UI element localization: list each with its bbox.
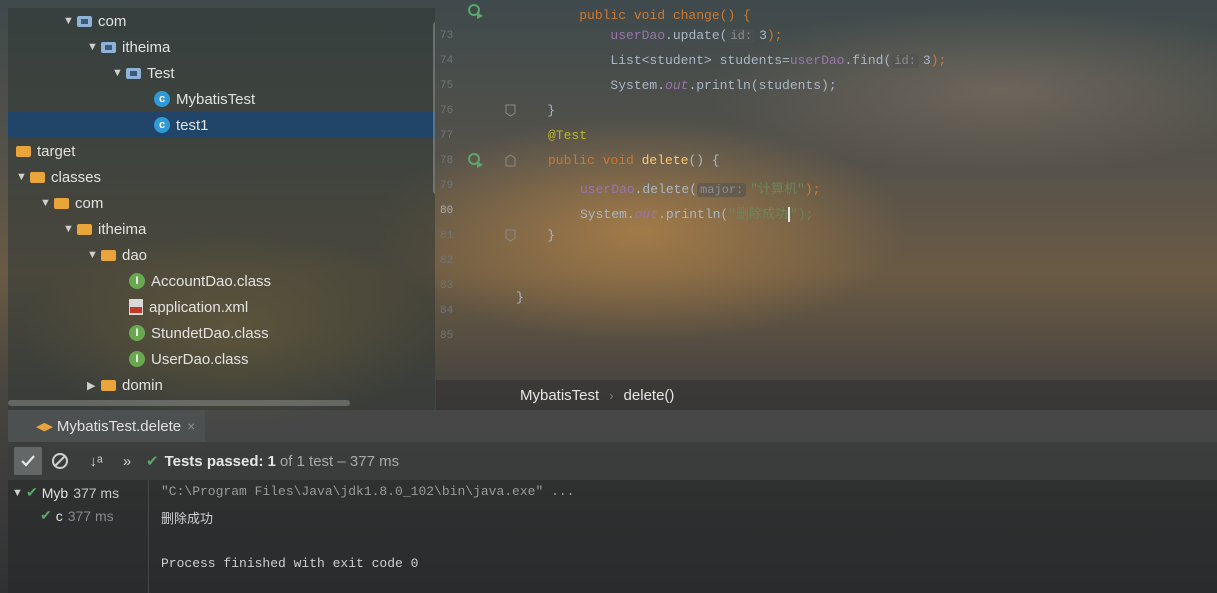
show-passed-button[interactable] <box>14 447 42 475</box>
code-line-78: public void delete() { <box>548 153 720 168</box>
tree-item-target[interactable]: target <box>8 138 435 164</box>
pass-check-icon: ✔ <box>146 453 159 470</box>
show-ignored-button[interactable] <box>48 447 72 475</box>
console-command-line: "C:\Program Files\Java\jdk1.8.0_102\bin\… <box>161 484 575 499</box>
interface-class-icon: I <box>129 325 145 341</box>
line-number: 82 <box>440 255 454 267</box>
line-number: 76 <box>440 105 454 117</box>
line-number: 74 <box>440 55 454 67</box>
line-number: 80 <box>440 205 454 217</box>
run-output-panel: ▼ ✔ Myb 377 ms ✔ c 377 ms "C:\Program Fi… <box>8 480 1217 593</box>
tree-scrollbar[interactable] <box>433 22 435 194</box>
run-config-icon: ◀▶ <box>36 420 53 433</box>
fold-marker-icon[interactable] <box>504 104 517 117</box>
more-actions-button[interactable]: » <box>118 447 136 475</box>
pass-check-icon: ✔ <box>40 507 52 523</box>
tree-item-itheima[interactable]: ▼ itheima <box>8 34 435 60</box>
close-icon[interactable]: × <box>187 418 195 434</box>
java-class-icon: c <box>154 117 170 133</box>
line-number: 83 <box>440 280 454 292</box>
code-line-81: } <box>516 228 556 243</box>
line-number: 79 <box>440 180 454 192</box>
expand-arrow-icon[interactable]: ▼ <box>63 223 77 235</box>
folder-icon <box>30 171 45 183</box>
run-test-icon[interactable] <box>468 4 484 20</box>
run-tab[interactable]: ◀▶ MybatisTest.delete × <box>8 410 206 442</box>
breadcrumb-separator-icon: › <box>609 387 614 403</box>
tree-item-mybatistest[interactable]: c MybatisTest <box>8 86 435 112</box>
sort-button[interactable]: ↓ᵃ <box>84 447 108 475</box>
test-tree-item[interactable]: ✔ c 377 ms <box>32 507 114 524</box>
code-line-76: } <box>516 103 556 118</box>
expand-arrow-icon[interactable]: ▼ <box>112 67 126 79</box>
line-number: 84 <box>440 305 454 317</box>
run-test-icon[interactable] <box>468 153 484 169</box>
run-tab-bar: ◀▶ MybatisTest.delete × <box>8 410 1217 442</box>
expand-arrow-icon[interactable]: ▼ <box>87 41 101 53</box>
code-line-79: userDao.delete(major: "计算机"); <box>580 182 821 197</box>
project-tree[interactable]: ▼ com ▼ itheima ▼ Test c MybatisTest c t… <box>8 8 435 410</box>
line-number: 77 <box>440 130 454 142</box>
interface-class-icon: I <box>129 351 145 367</box>
tree-horizontal-scrollbar[interactable] <box>8 400 350 406</box>
test-status: ✔ Tests passed: 1 of 1 test – 377 ms <box>146 452 400 471</box>
code-editor[interactable]: public void change() { 73 userDao.update… <box>436 0 1217 380</box>
breadcrumb-method[interactable]: delete() <box>624 387 675 404</box>
code-line-84: } <box>516 290 524 305</box>
breadcrumb: MybatisTest › delete() <box>436 380 1217 410</box>
folder-icon <box>16 145 31 157</box>
expand-arrow-icon[interactable]: ▼ <box>87 249 101 261</box>
run-toolbar: ↓ᵃ » ✔ Tests passed: 1 of 1 test – 377 m… <box>8 442 1217 480</box>
tree-item-test[interactable]: ▼ Test <box>8 60 435 86</box>
folder-icon <box>101 249 116 261</box>
collapse-arrow-icon[interactable]: ▶ <box>87 379 101 392</box>
folder-icon <box>126 67 141 79</box>
sort-icon: ↓ᵃ <box>89 452 103 470</box>
tree-item-classes[interactable]: ▼ classes <box>8 164 435 190</box>
tree-item-application-xml[interactable]: application.xml <box>8 294 435 320</box>
tree-item-domin[interactable]: ▶ domin <box>8 372 435 398</box>
ignore-icon <box>52 453 68 469</box>
expand-arrow-icon[interactable]: ▼ <box>12 487 26 499</box>
tree-item-dao[interactable]: ▼ dao <box>8 242 435 268</box>
tree-item-com-classes[interactable]: ▼ com <box>8 190 435 216</box>
xml-file-icon <box>129 299 143 315</box>
folder-icon <box>54 197 69 209</box>
line-number: 73 <box>440 30 454 42</box>
pass-check-icon: ✔ <box>26 484 38 500</box>
double-chevron-icon: » <box>122 452 132 470</box>
test-tree-root[interactable]: ▼ ✔ Myb 377 ms <box>12 484 119 501</box>
fold-marker-icon[interactable] <box>504 229 517 242</box>
java-class-icon: c <box>154 91 170 107</box>
folder-icon <box>77 15 92 27</box>
expand-arrow-icon[interactable]: ▼ <box>63 15 77 27</box>
expand-arrow-icon[interactable]: ▼ <box>16 171 30 183</box>
line-number: 85 <box>440 330 454 342</box>
fold-marker-icon[interactable] <box>504 154 517 167</box>
tree-item-com[interactable]: ▼ com <box>8 8 435 34</box>
tree-item-test1[interactable]: c test1 <box>8 112 435 138</box>
expand-arrow-icon[interactable]: ▼ <box>40 197 54 209</box>
tree-item-accountdao[interactable]: I AccountDao.class <box>8 268 435 294</box>
folder-icon <box>101 379 116 391</box>
code-line-80: System.out.println("删除成功 "); <box>580 207 814 223</box>
check-icon <box>21 455 35 467</box>
code-line-77: @Test <box>548 128 588 143</box>
tree-item-userdao[interactable]: I UserDao.class <box>8 346 435 372</box>
line-number: 81 <box>440 230 454 242</box>
line-number: 75 <box>440 80 454 92</box>
folder-icon <box>77 223 92 235</box>
code-line-74: List<student> students=userDao.find(id: 3… <box>610 53 947 68</box>
console-exit-line: Process finished with exit code 0 <box>161 556 419 571</box>
tree-item-stundetdao[interactable]: I StundetDao.class <box>8 320 435 346</box>
interface-class-icon: I <box>129 273 145 289</box>
console-output-line: 删除成功 <box>161 512 214 527</box>
tree-item-itheima-classes[interactable]: ▼ itheima <box>8 216 435 242</box>
code-line-75: System.out.println(students); <box>610 78 837 93</box>
folder-icon <box>101 41 116 53</box>
line-number: 78 <box>440 155 454 167</box>
test-results-tree[interactable]: ▼ ✔ Myb 377 ms ✔ c 377 ms <box>8 480 149 593</box>
breadcrumb-class[interactable]: MybatisTest <box>520 387 599 404</box>
code-line-73: userDao.update(id: 3); <box>610 28 783 43</box>
